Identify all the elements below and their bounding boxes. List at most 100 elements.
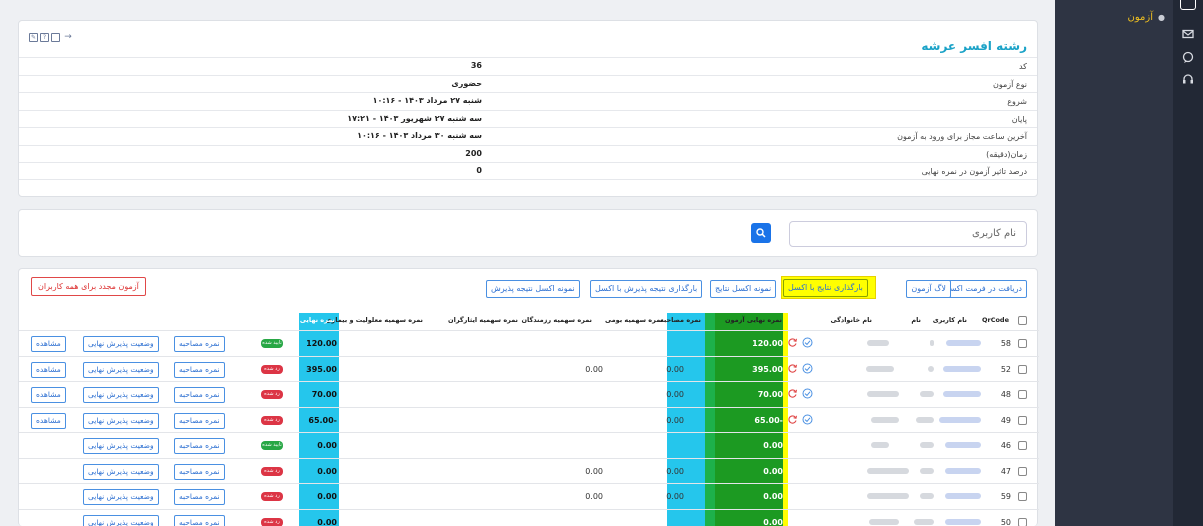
- redacted-text: [930, 340, 934, 346]
- info-row-last-entry: آخرین ساعت مجاز برای ورود به آزمون سه شنب…: [19, 127, 1037, 145]
- info-value: 200: [465, 148, 482, 158]
- exam-score-cell: 0.00: [763, 492, 783, 501]
- interview-score-button[interactable]: نمره مصاحبه: [174, 336, 225, 352]
- exam-score-cell: 120.00: [752, 339, 783, 348]
- sample-admission-button[interactable]: نمونه اکسل نتیجه پذیرش: [486, 280, 580, 298]
- exam-log-button[interactable]: لاگ آزمون: [906, 280, 951, 298]
- view-button[interactable]: مشاهده: [31, 412, 66, 429]
- status-badge: رد شده: [261, 466, 283, 476]
- header-exam-score: نمره نهایی آزمون: [724, 316, 782, 324]
- check-circle-icon[interactable]: [802, 337, 813, 348]
- view-button[interactable]: مشاهده: [31, 361, 66, 378]
- arrow-right-icon[interactable]: →: [62, 33, 74, 42]
- admission-status-button[interactable]: وضعیت پذیرش نهایی: [83, 463, 159, 480]
- check-circle-icon[interactable]: [802, 388, 813, 399]
- header-sacrificers-quota: نمره سهمیه ایثارگران: [448, 316, 518, 324]
- redacted-text: [943, 391, 981, 397]
- admission-status-button[interactable]: وضعیت پذیرش نهایی: [83, 387, 159, 403]
- info-rows: کد 36 نوع آزمون حضوری شروع شنبه ۲۷ مرداد ۱۴…: [19, 57, 1037, 180]
- row-checkbox[interactable]: [1018, 492, 1027, 501]
- upload-admission-button[interactable]: بارگذاری نتیجه پذیرش با اکسل: [590, 280, 703, 298]
- table-row: 58 120.00 120.00 تایید شده نمره مصاحبه وضعیت …: [19, 330, 1039, 355]
- table-row: 52 395.00 0.00 0.00 395.00 رد شده نمره مصاحبه و…: [19, 355, 1039, 381]
- info-row-weight: درصد تاثیر آزمون در نمره نهایی 0: [19, 162, 1037, 180]
- edit-icon[interactable]: ✎: [29, 33, 38, 42]
- info-label: درصد تاثیر آزمون در نمره نهایی: [921, 167, 1027, 176]
- admission-status-button[interactable]: وضعیت پذیرش نهایی: [83, 336, 159, 352]
- info-value: سه شنبه ۳۰ مرداد ۱۴۰۳ - ۱۰:۱۶: [357, 131, 482, 140]
- copy-icon[interactable]: [51, 33, 60, 42]
- header-interview-score: نمره مصاحبه: [659, 316, 701, 324]
- redacted-text: [946, 340, 981, 346]
- results-card: دریافت در فرمت اکسل لاگ آزمون بارگذاری ن…: [18, 268, 1039, 526]
- icon-bar: [1173, 0, 1203, 526]
- exam-score-cell: 0.00: [763, 517, 783, 526]
- fighters-quota-cell: 0.00: [585, 492, 603, 501]
- info-label: پایان: [1011, 114, 1027, 124]
- search-button[interactable]: [751, 223, 771, 243]
- sample-results-button[interactable]: نمونه اکسل نتایج: [710, 280, 777, 298]
- admission-status-button[interactable]: وضعیت پذیرش نهایی: [83, 514, 159, 526]
- headset-icon[interactable]: [1182, 73, 1194, 85]
- admission-status-button[interactable]: وضعیت پذیرش نهایی: [83, 489, 159, 505]
- admission-status-button[interactable]: وضعیت پذیرش نهایی: [83, 438, 159, 454]
- redacted-text: [916, 416, 934, 423]
- retake-all-button[interactable]: آزمون مجدد برای همه کاربران: [31, 277, 146, 296]
- native-quota-cell: 0.00: [666, 466, 684, 476]
- row-checkbox[interactable]: [1018, 517, 1027, 526]
- qrcode-cell: 58: [1000, 339, 1011, 348]
- refresh-icon[interactable]: [787, 363, 798, 374]
- interview-score-button[interactable]: نمره مصاحبه: [174, 412, 225, 429]
- exam-score-cell: 0.00: [763, 441, 783, 450]
- info-label: کد: [1018, 62, 1027, 71]
- refresh-icon[interactable]: [787, 337, 798, 348]
- check-circle-icon[interactable]: [802, 414, 813, 425]
- row-checkbox[interactable]: [1018, 390, 1027, 399]
- qrcode-cell: 46: [1000, 441, 1011, 450]
- final-score-cell: 0.00: [317, 441, 337, 450]
- header-native-quota: نمره سهمیه بومی: [605, 316, 663, 324]
- interview-score-button[interactable]: نمره مصاحبه: [174, 387, 225, 403]
- chat-icon[interactable]: [1182, 51, 1194, 63]
- search-input[interactable]: نام کاربری: [789, 221, 1027, 247]
- admission-status-button[interactable]: وضعیت پذیرش نهایی: [83, 412, 159, 429]
- redacted-text: [866, 365, 894, 372]
- fighters-quota-cell: 0.00: [585, 364, 603, 374]
- row-checkbox[interactable]: [1018, 364, 1027, 374]
- exam-score-cell: 0.00: [763, 466, 783, 476]
- row-checkbox[interactable]: [1018, 339, 1027, 348]
- interview-score-button[interactable]: نمره مصاحبه: [174, 489, 225, 505]
- interview-score-button[interactable]: نمره مصاحبه: [174, 463, 225, 480]
- interview-score-button[interactable]: نمره مصاحبه: [174, 514, 225, 526]
- table-row: 49 65.00- 0.00 65.00- رد شده نمره مصاحبه وضعیت…: [19, 406, 1039, 432]
- mail-icon[interactable]: [1182, 28, 1194, 40]
- view-button[interactable]: مشاهده: [31, 387, 66, 403]
- status-badge: رد شده: [261, 415, 283, 425]
- upload-results-button[interactable]: بارگذاری نتایج با اکسل: [783, 279, 868, 297]
- help-icon[interactable]: ?: [40, 33, 49, 42]
- refresh-icon[interactable]: [787, 388, 798, 399]
- status-badge: رد شده: [261, 364, 283, 374]
- info-label: شروع: [1007, 97, 1027, 106]
- excel-export-button[interactable]: دریافت در فرمت اکسل: [938, 280, 1027, 298]
- info-row-type: نوع آزمون حضوری: [19, 74, 1037, 93]
- row-checkbox[interactable]: [1018, 466, 1027, 476]
- select-all-checkbox[interactable]: [1018, 316, 1027, 325]
- exam-info-card: ✎ ? → رشته افسر عرشه کد 36 نوع آزمون حضوری…: [18, 20, 1038, 197]
- refresh-icon[interactable]: [787, 414, 798, 425]
- admission-status-button[interactable]: وضعیت پذیرش نهایی: [83, 361, 159, 378]
- check-circle-icon[interactable]: [802, 363, 813, 374]
- interview-score-button[interactable]: نمره مصاحبه: [174, 438, 225, 454]
- sidebar-item-exam[interactable]: آزمون ●: [1128, 12, 1165, 23]
- row-checkbox[interactable]: [1018, 441, 1027, 450]
- sidebar-item-label: آزمون: [1127, 12, 1154, 23]
- table-row: 46 0.00 0.00 تایید شده نمره مصاحبه وضعیت پذیر…: [19, 432, 1039, 457]
- view-button[interactable]: مشاهده: [31, 336, 66, 352]
- info-value: 0: [476, 166, 482, 175]
- interview-score-button[interactable]: نمره مصاحبه: [174, 361, 225, 378]
- monitor-icon[interactable]: [1180, 0, 1196, 10]
- row-checkbox[interactable]: [1018, 415, 1027, 425]
- final-score-cell: 120.00: [306, 339, 337, 348]
- card-toolbar: ✎ ? →: [29, 33, 74, 42]
- exam-score-cell: 65.00-: [754, 415, 783, 425]
